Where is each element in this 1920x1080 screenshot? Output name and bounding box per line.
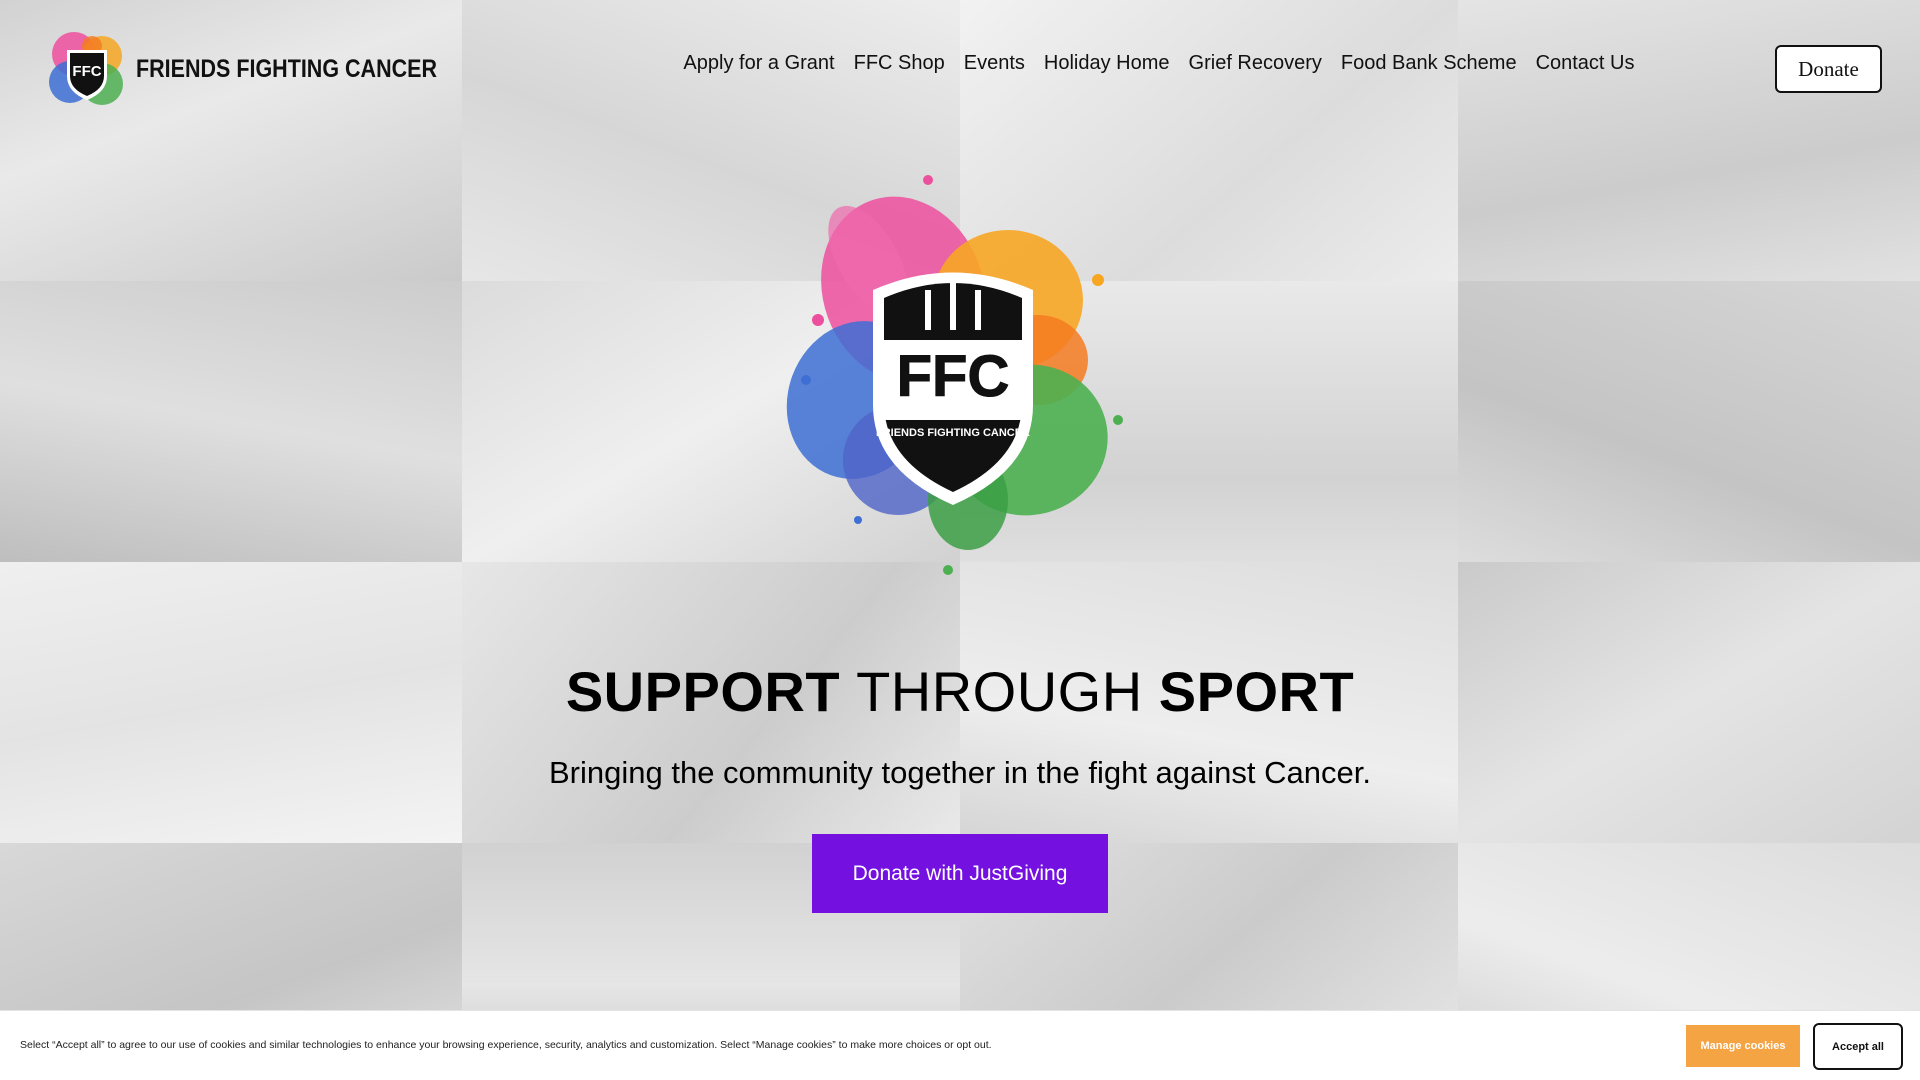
svg-text:FFC: FFC xyxy=(72,63,101,80)
emblem-caption: FRIENDS FIGHTING CANCER xyxy=(876,427,1030,439)
site-header: FFC FRIENDS FIGHTING CANCER Apply for a … xyxy=(0,0,1920,140)
main-nav: Apply for a Grant FFC Shop Events Holida… xyxy=(674,52,1644,75)
cookie-banner-text: Select “Accept all” to agree to our use … xyxy=(20,1039,992,1051)
ffc-logo-icon: FFC xyxy=(49,32,123,105)
hero-title-sport: SPORT xyxy=(1158,660,1355,723)
nav-item-grief-recovery[interactable]: Grief Recovery xyxy=(1179,52,1331,75)
cookie-banner: Select “Accept all” to agree to our use … xyxy=(0,1010,1920,1080)
donate-button[interactable]: Donate xyxy=(1775,45,1882,93)
donate-with-justgiving-button[interactable]: Donate with JustGiving xyxy=(812,834,1108,913)
page: FFC FRIENDS FIGHTING CANCER Apply for a … xyxy=(0,0,1920,1080)
nav-item-apply-for-a-grant[interactable]: Apply for a Grant xyxy=(674,52,844,75)
hero-title-through: THROUGH xyxy=(856,660,1143,723)
nav-item-holiday-home[interactable]: Holiday Home xyxy=(1034,52,1179,75)
ffc-emblem-icon: FFC FRIENDS FIGHTING CANCER xyxy=(786,175,1123,575)
manage-cookies-button[interactable]: Manage cookies xyxy=(1686,1025,1800,1067)
nav-item-ffc-shop[interactable]: FFC Shop xyxy=(844,52,954,75)
nav-item-contact-us[interactable]: Contact Us xyxy=(1526,52,1644,75)
emblem-letters: FFC xyxy=(897,344,1010,409)
hero-subtitle: Bringing the community together in the f… xyxy=(549,755,1371,790)
site-logo-text: FRIENDS FIGHTING CANCER xyxy=(136,54,437,83)
nav-item-events[interactable]: Events xyxy=(954,52,1034,75)
accept-all-button[interactable]: Accept all xyxy=(1813,1023,1903,1070)
hero-title-support: SUPPORT xyxy=(565,660,841,723)
nav-item-food-bank-scheme[interactable]: Food Bank Scheme xyxy=(1331,52,1526,75)
hero-title: SUPPORT THROUGH SPORT xyxy=(0,656,1920,728)
background-photo xyxy=(1458,281,1920,562)
background-photo xyxy=(0,281,462,562)
hero-emblem: FFC FRIENDS FIGHTING CANCER xyxy=(718,140,1188,610)
site-logo-link[interactable]: FFC FRIENDS FIGHTING CANCER xyxy=(44,26,486,112)
